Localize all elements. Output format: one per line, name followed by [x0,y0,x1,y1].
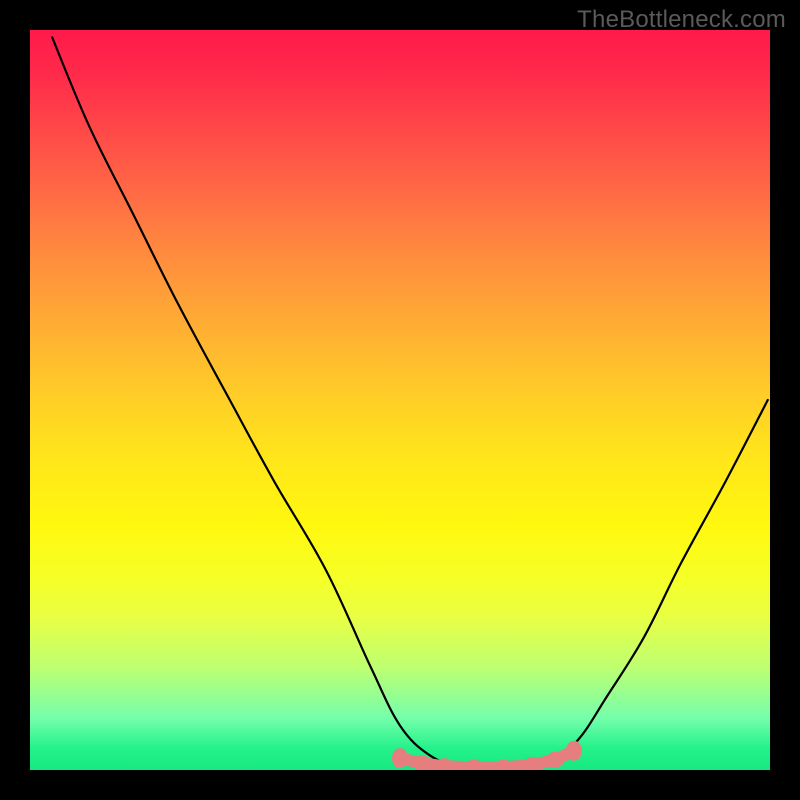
chart-container: TheBottleneck.com [0,0,800,800]
watermark-text: TheBottleneck.com [577,6,786,34]
marker-svg [30,30,770,770]
plot-area [30,30,770,770]
marker-dot [392,748,408,768]
marker-dot [465,759,483,770]
marker-dot [546,752,564,768]
marker-dot [566,741,582,761]
